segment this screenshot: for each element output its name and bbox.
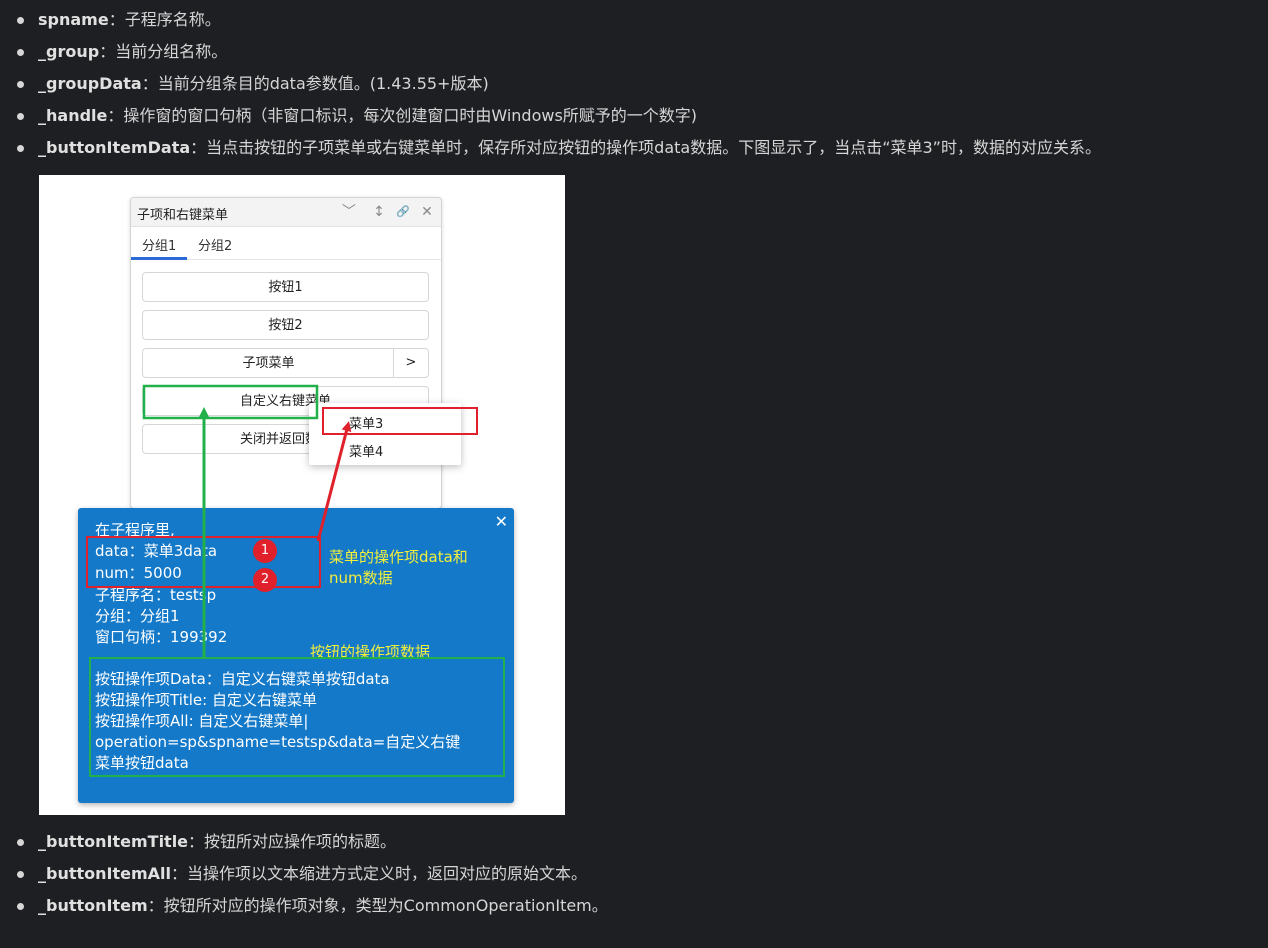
bullet-icon	[17, 81, 24, 88]
param-term: _groupData	[38, 74, 142, 93]
bullet-icon	[17, 839, 24, 846]
callout-2: 2	[253, 568, 277, 592]
callout-1: 1	[253, 539, 277, 563]
param-desc: ：当点击按钮的子项菜单或右键菜单时，保存所对应按钮的操作项data数据。下图显示…	[190, 138, 1101, 157]
list-item: _buttonItem：按钮所对应的操作项对象，类型为CommonOperati…	[0, 890, 608, 922]
parameter-list-top: spname：子程序名称。 _group：当前分组名称。 _groupData：…	[0, 4, 1101, 164]
list-item: _group：当前分组名称。	[0, 36, 1101, 68]
button-data-highlight-box	[89, 657, 505, 777]
list-item: spname：子程序名称。	[0, 4, 1101, 36]
illustration-figure: 子项和右键菜单 ﹀ ↕ 🔗 ✕ 分组1 分组2 按钮1 按钮2 子项菜单 > 自…	[39, 175, 565, 815]
param-desc: ：按钮所对应操作项的标题。	[188, 832, 397, 851]
param-term: _group	[38, 42, 100, 61]
list-item: _buttonItemData：当点击按钮的子项菜单或右键菜单时，保存所对应按钮…	[0, 132, 1101, 164]
param-term: _buttonItemTitle	[38, 832, 189, 851]
param-desc: ：当前分组条目的data参数值。(1.43.55+版本)	[141, 74, 489, 93]
param-desc: ：子程序名称。	[108, 10, 221, 29]
button-highlight-box	[142, 384, 319, 420]
bullet-icon	[17, 49, 24, 56]
bullet-icon	[17, 871, 24, 878]
param-term: spname	[38, 10, 109, 29]
bullet-icon	[17, 903, 24, 910]
bullet-icon	[17, 145, 24, 152]
bullet-icon	[17, 113, 24, 120]
param-term: _buttonItem	[38, 896, 148, 915]
param-term: _buttonItemAll	[38, 864, 171, 883]
param-desc: ：操作窗的窗口句柄（非窗口标识，每次创建窗口时由Windows所赋予的一个数字)	[107, 106, 698, 125]
list-item: _groupData：当前分组条目的data参数值。(1.43.55+版本)	[0, 68, 1101, 100]
param-desc: ：当操作项以文本缩进方式定义时，返回对应的原始文本。	[171, 864, 588, 883]
annotation-overlay	[86, 384, 505, 777]
param-term: _handle	[38, 106, 108, 125]
param-term: _buttonItemData	[38, 138, 191, 157]
bullet-icon	[17, 17, 24, 24]
list-item: _buttonItemAll：当操作项以文本缩进方式定义时，返回对应的原始文本。	[0, 858, 608, 890]
list-item: _buttonItemTitle：按钮所对应操作项的标题。	[0, 826, 608, 858]
param-desc: ：按钮所对应的操作项对象，类型为CommonOperationItem。	[147, 896, 608, 915]
red-arrow	[316, 421, 352, 542]
list-item: _handle：操作窗的窗口句柄（非窗口标识，每次创建窗口时由Windows所赋…	[0, 100, 1101, 132]
parameter-list-bottom: _buttonItemTitle：按钮所对应操作项的标题。 _buttonIte…	[0, 826, 608, 922]
param-desc: ：当前分组名称。	[99, 42, 228, 61]
